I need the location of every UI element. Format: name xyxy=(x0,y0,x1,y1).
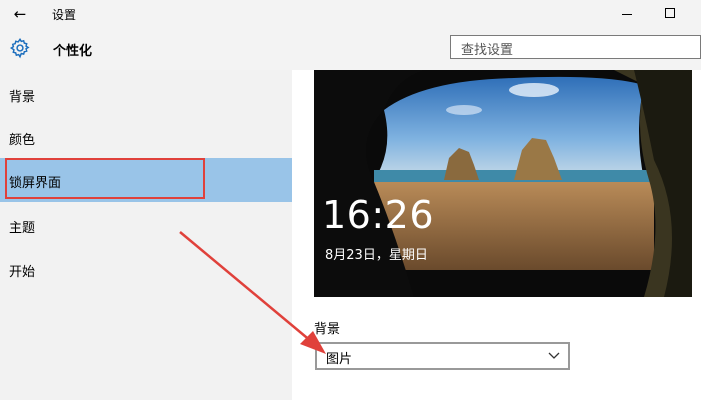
background-dropdown-value: 图片 xyxy=(326,352,353,367)
maximize-button[interactable] xyxy=(655,4,685,24)
search-placeholder: 查找设置 xyxy=(461,43,514,58)
sidebar-item-label: 背景 xyxy=(9,90,36,105)
back-arrow-icon: ← xyxy=(13,5,27,23)
sidebar-item-themes[interactable]: 主题 xyxy=(0,203,292,247)
sidebar-item-label: 开始 xyxy=(9,265,36,280)
lockscreen-time: 16:26 xyxy=(322,193,435,237)
lockscreen-date: 8月23日，星期日 xyxy=(325,248,428,263)
back-button[interactable]: ← xyxy=(6,4,34,24)
minimize-button[interactable] xyxy=(612,4,642,24)
sidebar-item-start[interactable]: 开始 xyxy=(0,247,292,291)
background-label: 背景 xyxy=(314,322,341,337)
sidebar-item-colors[interactable]: 颜色 xyxy=(0,115,292,159)
page-header: 个性化 查找设置 xyxy=(0,28,701,70)
chevron-down-icon xyxy=(548,352,560,359)
sidebar-item-label: 主题 xyxy=(9,221,36,236)
gear-icon xyxy=(9,37,30,59)
sidebar-item-lockscreen[interactable]: 锁屏界面 xyxy=(0,158,292,202)
sidebar-item-label: 颜色 xyxy=(9,133,36,148)
search-input[interactable]: 查找设置 xyxy=(450,35,701,59)
sidebar-item-label: 锁屏界面 xyxy=(9,176,62,191)
window-title: 设置 xyxy=(52,8,77,22)
sidebar-item-background[interactable]: 背景 xyxy=(0,72,292,116)
page-title: 个性化 xyxy=(53,44,93,59)
title-bar: ← 设置 xyxy=(0,0,701,28)
background-dropdown[interactable]: 图片 xyxy=(315,342,570,370)
